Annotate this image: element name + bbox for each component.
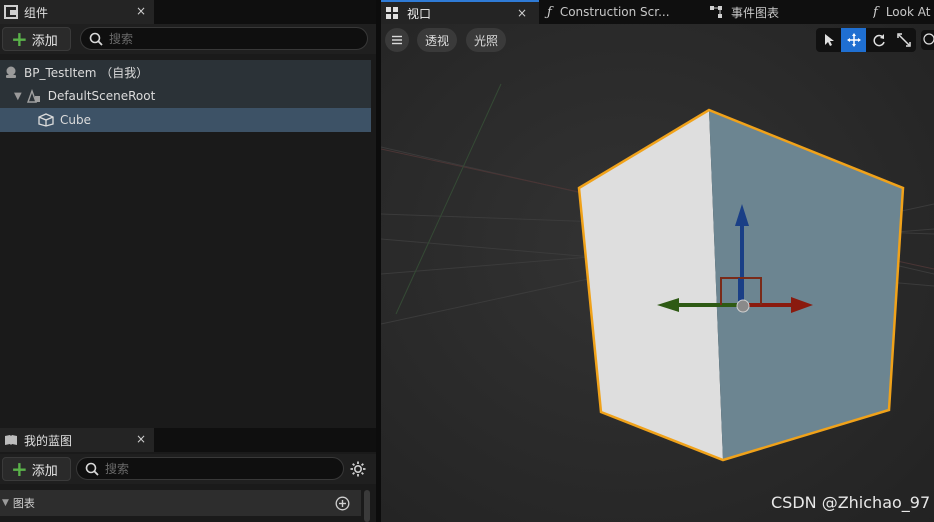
plus-icon: +	[11, 457, 28, 481]
function-icon: ƒ	[547, 4, 552, 20]
tab-event-graph-label: 事件图表	[731, 5, 780, 20]
components-toolbar: + 添加	[0, 24, 376, 54]
tab-event-graph[interactable]: 事件图表	[709, 0, 859, 24]
lighting-button[interactable]: 光照	[466, 28, 506, 52]
tree-item-label: Cube	[60, 113, 91, 127]
plus-icon: +	[11, 27, 28, 51]
close-icon[interactable]: ×	[136, 432, 146, 446]
blueprint-toolbar: + 添加	[0, 454, 376, 484]
viewport-grid-icon	[386, 7, 398, 19]
watermark: CSDN @Zhichao_97	[771, 493, 931, 512]
components-icon	[4, 5, 18, 19]
event-graph-icon	[710, 6, 722, 18]
scrollbar[interactable]	[364, 490, 370, 522]
perspective-button[interactable]: 透视	[417, 28, 457, 52]
left-panel: 组件 × + 添加 BP_TestItem （自我） ▼ DefaultScen…	[0, 0, 376, 522]
section-graphs[interactable]: ▼ 图表	[0, 490, 361, 516]
viewport-scene	[381, 24, 934, 522]
search-icon	[89, 32, 103, 46]
viewport-3d[interactable]: 透视 光照 CSDN @Zhichao_97	[381, 24, 934, 522]
select-tool-button[interactable]	[816, 28, 841, 52]
collapse-arrow-icon[interactable]: ▼	[2, 498, 9, 508]
tab-components[interactable]: 组件 ×	[0, 0, 154, 24]
add-button-label: 添加	[31, 33, 58, 49]
tab-look-at-label: Look At	[885, 5, 931, 19]
blueprint-tab-label: 我的蓝图	[24, 433, 73, 448]
rotate-tool-button[interactable]	[866, 28, 891, 52]
tree-item-bp-testitem[interactable]: BP_TestItem （自我）	[0, 60, 371, 84]
tree-item-cube[interactable]: Cube	[0, 108, 371, 132]
book-icon	[4, 433, 18, 447]
tree-item-label: BP_TestItem （自我）	[24, 65, 149, 80]
scale-icon	[896, 33, 911, 47]
add-circle-icon[interactable]	[335, 496, 350, 511]
world-local-toggle[interactable]	[921, 30, 934, 50]
tab-look-at[interactable]: ƒ Look At	[873, 0, 934, 24]
cursor-arrow-icon	[824, 34, 834, 46]
editor-tab-bar: 视口 × ƒ Construction Scr... 事件图表 ƒ Look A…	[381, 0, 934, 24]
close-icon[interactable]: ×	[136, 4, 146, 18]
cube-mesh-icon	[38, 113, 54, 127]
actor-icon	[6, 66, 16, 78]
blueprint-tab-bar: 我的蓝图 ×	[0, 428, 376, 452]
section-graphs-label: 图表	[12, 497, 35, 510]
rotate-icon	[872, 34, 885, 47]
blueprint-search-input[interactable]	[105, 461, 305, 476]
expand-arrow-icon[interactable]: ▼	[14, 91, 22, 102]
settings-gear-icon[interactable]	[350, 461, 366, 477]
tree-item-label: DefaultSceneRoot	[47, 89, 156, 103]
move-tool-button[interactable]	[841, 28, 866, 52]
close-icon[interactable]: ×	[517, 6, 527, 20]
move-arrows-icon	[846, 33, 861, 47]
blueprint-search[interactable]	[76, 457, 344, 480]
tab-my-blueprint[interactable]: 我的蓝图 ×	[0, 428, 154, 452]
components-search[interactable]	[80, 27, 368, 50]
tab-construction-script[interactable]: ƒ Construction Scr...	[547, 0, 697, 24]
add-component-button[interactable]: + 添加	[2, 27, 71, 51]
add-button-label: 添加	[31, 463, 58, 479]
tab-viewport[interactable]: 视口 ×	[381, 0, 539, 24]
components-search-input[interactable]	[109, 31, 309, 46]
tab-construction-label: Construction Scr...	[559, 5, 670, 19]
search-icon	[85, 462, 99, 476]
scale-tool-button[interactable]	[891, 28, 916, 52]
globe-icon	[923, 33, 934, 45]
components-tab-bar: 组件 ×	[0, 0, 376, 24]
components-tab-label: 组件	[24, 5, 49, 20]
function-icon: ƒ	[873, 4, 878, 20]
viewport-menu-button[interactable]	[385, 28, 409, 52]
tree-item-defaultsceneroot[interactable]: ▼ DefaultSceneRoot	[0, 84, 371, 108]
add-blueprint-item-button[interactable]: + 添加	[2, 457, 71, 481]
tab-viewport-label: 视口	[407, 6, 432, 21]
hamburger-icon	[392, 35, 402, 45]
scene-component-icon	[26, 89, 40, 103]
transform-tools	[816, 28, 916, 52]
